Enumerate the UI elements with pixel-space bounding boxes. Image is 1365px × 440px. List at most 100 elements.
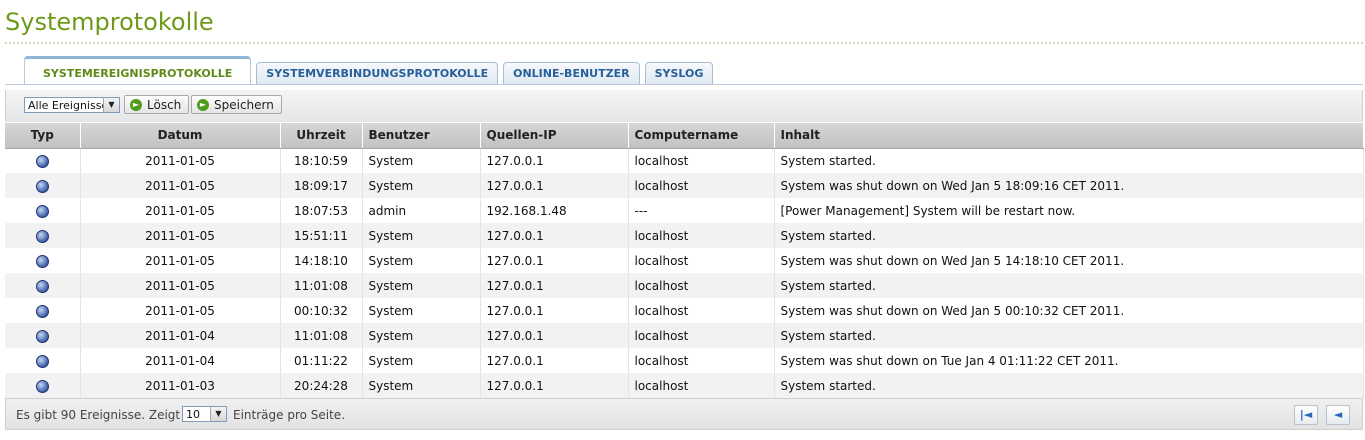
- source-ip-cell: 127.0.0.1: [480, 173, 629, 198]
- pagination-footer: Es gibt 90 Ereignisse. Zeigt 10 ▼ Einträ…: [5, 398, 1363, 430]
- table-row[interactable]: 2011-01-04 01:11:22 System 127.0.0.1 localho…: [5, 348, 1364, 373]
- column-header-computer-name[interactable]: Computername: [628, 123, 775, 149]
- user-cell: System: [362, 148, 481, 173]
- column-header-user[interactable]: Benutzer: [362, 123, 481, 149]
- chevron-down-icon[interactable]: ▼: [103, 98, 119, 112]
- content-cell: System was shut down on Wed Jan 5 00:10:…: [774, 298, 1364, 323]
- table-row[interactable]: 2011-01-03 20:24:28 System 127.0.0.1 localho…: [5, 373, 1364, 398]
- table-row[interactable]: 2011-01-04 11:01:08 System 127.0.0.1 localho…: [5, 323, 1364, 348]
- content-cell: System was shut down on Wed Jan 5 18:09:…: [774, 173, 1364, 198]
- source-ip-cell: 127.0.0.1: [480, 248, 629, 273]
- user-cell: admin: [362, 198, 481, 223]
- info-icon: [35, 304, 49, 318]
- go-arrow-icon: ►: [197, 99, 209, 111]
- go-arrow-icon: ►: [130, 99, 142, 111]
- computer-name-cell: localhost: [628, 248, 775, 273]
- content-cell: System was shut down on Wed Jan 5 14:18:…: [774, 248, 1364, 273]
- info-icon: [35, 354, 49, 368]
- table-row[interactable]: 2011-01-05 15:51:11 System 127.0.0.1 localho…: [5, 223, 1364, 248]
- column-header-content[interactable]: Inhalt: [774, 123, 1364, 149]
- time-cell: 01:11:22: [280, 348, 363, 373]
- tab-baseline: [5, 84, 1363, 85]
- time-cell: 00:10:32: [280, 298, 363, 323]
- column-header-time[interactable]: Uhrzeit: [280, 123, 363, 149]
- tab-online-users[interactable]: ONLINE-BENUTZER: [503, 62, 640, 84]
- type-cell: [5, 373, 81, 398]
- prev-page-icon[interactable]: ◄: [1326, 405, 1350, 425]
- date-cell: 2011-01-05: [80, 198, 281, 223]
- date-cell: 2011-01-04: [80, 323, 281, 348]
- column-header-source-ip[interactable]: Quellen-IP: [480, 123, 629, 149]
- type-cell: [5, 173, 81, 198]
- computer-name-cell: localhost: [628, 348, 775, 373]
- page-title: Systemprotokolle: [5, 8, 214, 36]
- computer-name-cell: localhost: [628, 298, 775, 323]
- page-size-value: 10: [186, 408, 200, 421]
- table-row[interactable]: 2011-01-05 18:09:17 System 127.0.0.1 localho…: [5, 173, 1364, 198]
- delete-button[interactable]: ► Lösch: [124, 95, 190, 114]
- user-cell: System: [362, 323, 481, 348]
- source-ip-cell: 192.168.1.48: [480, 198, 629, 223]
- column-header-date[interactable]: Datum: [80, 123, 281, 149]
- chevron-down-icon[interactable]: ▼: [210, 407, 226, 421]
- info-icon: [35, 179, 49, 193]
- type-cell: [5, 223, 81, 248]
- date-cell: 2011-01-05: [80, 248, 281, 273]
- entries-per-page-text: Einträge pro Seite.: [233, 408, 346, 422]
- time-cell: 11:01:08: [280, 323, 363, 348]
- type-cell: [5, 323, 81, 348]
- event-filter-select[interactable]: Alle Ereignisse ▼: [24, 97, 120, 113]
- tab-bar: SYSTEMEREIGNISPROTOKOLLE SYSTEMVERBINDUN…: [24, 56, 714, 84]
- type-cell: [5, 273, 81, 298]
- table-row[interactable]: 2011-01-05 18:10:59 System 127.0.0.1 localho…: [5, 148, 1364, 173]
- content-cell: System started.: [774, 223, 1364, 248]
- info-icon: [35, 154, 49, 168]
- tab-system-event-logs[interactable]: SYSTEMEREIGNISPROTOKOLLE: [24, 56, 252, 84]
- title-divider: [5, 42, 1363, 44]
- source-ip-cell: 127.0.0.1: [480, 348, 629, 373]
- save-button[interactable]: ► Speichern: [191, 95, 282, 114]
- source-ip-cell: 127.0.0.1: [480, 273, 629, 298]
- info-icon: [35, 204, 49, 218]
- time-cell: 20:24:28: [280, 373, 363, 398]
- page-size-select[interactable]: 10 ▼: [182, 406, 227, 422]
- delete-button-label: Lösch: [147, 98, 182, 112]
- tab-syslog[interactable]: SYSLOG: [644, 62, 714, 84]
- time-cell: 15:51:11: [280, 223, 363, 248]
- type-cell: [5, 348, 81, 373]
- source-ip-cell: 127.0.0.1: [480, 223, 629, 248]
- date-cell: 2011-01-04: [80, 348, 281, 373]
- save-button-label: Speichern: [214, 98, 274, 112]
- user-cell: System: [362, 223, 481, 248]
- info-icon: [35, 379, 49, 393]
- event-count-text: Es gibt 90 Ereignisse. Zeigt: [16, 408, 181, 422]
- tab-system-connection-logs[interactable]: SYSTEMVERBINDUNGSPROTOKOLLE: [256, 62, 499, 84]
- date-cell: 2011-01-03: [80, 373, 281, 398]
- source-ip-cell: 127.0.0.1: [480, 323, 629, 348]
- time-cell: 14:18:10: [280, 248, 363, 273]
- table-row[interactable]: 2011-01-05 14:18:10 System 127.0.0.1 localho…: [5, 248, 1364, 273]
- user-cell: System: [362, 373, 481, 398]
- time-cell: 18:10:59: [280, 148, 363, 173]
- computer-name-cell: ---: [628, 198, 775, 223]
- computer-name-cell: localhost: [628, 173, 775, 198]
- type-cell: [5, 198, 81, 223]
- column-header-type[interactable]: Typ: [5, 123, 81, 149]
- table-header-row: Typ Datum Uhrzeit Benutzer Quellen-IP Co…: [5, 123, 1364, 149]
- system-logs-page: Systemprotokolle SYSTEMEREIGNISPROTOKOLL…: [0, 0, 1365, 440]
- info-icon: [35, 254, 49, 268]
- source-ip-cell: 127.0.0.1: [480, 148, 629, 173]
- content-cell: System started.: [774, 273, 1364, 298]
- table-row[interactable]: 2011-01-05 11:01:08 System 127.0.0.1 localho…: [5, 273, 1364, 298]
- user-cell: System: [362, 173, 481, 198]
- info-icon: [35, 329, 49, 343]
- type-cell: [5, 148, 81, 173]
- table-row[interactable]: 2011-01-05 18:07:53 admin 192.168.1.48 --- [P…: [5, 198, 1364, 223]
- event-log-table: Typ Datum Uhrzeit Benutzer Quellen-IP Co…: [5, 123, 1364, 398]
- table-row[interactable]: 2011-01-05 00:10:32 System 127.0.0.1 localho…: [5, 298, 1364, 323]
- event-filter-value: Alle Ereignisse: [28, 99, 109, 112]
- time-cell: 18:07:53: [280, 198, 363, 223]
- user-cell: System: [362, 298, 481, 323]
- content-cell: System started.: [774, 148, 1364, 173]
- first-page-icon[interactable]: |◄: [1294, 405, 1318, 425]
